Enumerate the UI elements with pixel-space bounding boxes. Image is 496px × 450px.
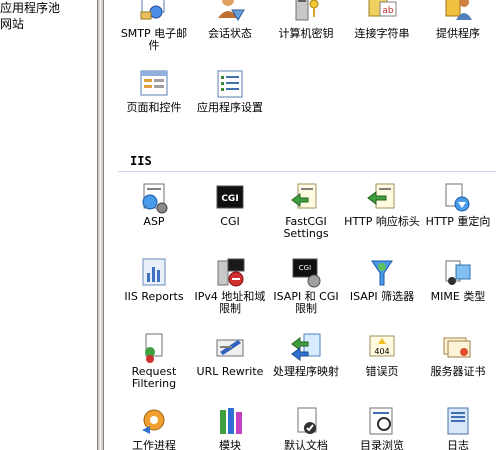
feature-app-settings[interactable]: 应用程序设置	[192, 68, 268, 128]
feature-label: 模块	[219, 439, 241, 450]
svg-text:404: 404	[374, 347, 389, 356]
worker-process-icon	[142, 409, 165, 434]
logging-icon	[447, 407, 469, 435]
feature-label: SMTP 电子邮件	[120, 27, 188, 52]
feature-label: IIS Reports	[124, 290, 184, 303]
providers-icon	[445, 0, 472, 20]
modules-icon	[220, 408, 242, 434]
feature-logging[interactable]: 日志	[420, 406, 496, 450]
feature-label: URL Rewrite	[196, 365, 264, 378]
feature-label: 提供程序	[436, 27, 480, 40]
http-redirect-icon	[445, 183, 470, 212]
connection-strings-icon: ab	[368, 0, 397, 17]
feature-label: HTTP 响应标头	[344, 215, 420, 228]
feature-label: HTTP 重定向	[425, 215, 491, 228]
feature-label: 页面和控件	[126, 101, 182, 114]
feature-machine-key[interactable]: 计算机密钥	[268, 0, 344, 50]
feature-label: CGI	[220, 215, 240, 228]
feature-cgi[interactable]: CGI CGI	[192, 182, 268, 242]
feature-label: ISAPI 筛选器	[349, 290, 415, 303]
feature-http-headers[interactable]: HTTP 响应标头	[344, 182, 420, 242]
feature-dir-browsing[interactable]: 目录浏览	[344, 406, 420, 450]
feature-providers[interactable]: 提供程序	[420, 0, 496, 50]
feature-label: IPv4 地址和域限制	[194, 290, 266, 315]
feature-isapi-cgi[interactable]: CGI ISAPI 和 CGI 限制	[268, 257, 344, 317]
feature-connection-strings[interactable]: ab 连接字符串	[344, 0, 420, 50]
feature-label: MIME 类型	[430, 290, 486, 303]
handler-mappings-icon	[291, 333, 321, 361]
url-rewrite-icon	[216, 339, 244, 357]
svg-text:CGI: CGI	[221, 194, 238, 204]
features-view: SMTP 电子邮件 会话状态 计算机密钥 ab 连接字符串 提供程序 页面和控件…	[104, 0, 496, 450]
feature-url-rewrite[interactable]: URL Rewrite	[192, 332, 268, 392]
feature-label: ASP	[143, 215, 165, 228]
dir-browsing-icon	[369, 407, 393, 435]
isapi-filters-icon	[371, 260, 393, 286]
feature-pages-controls[interactable]: 页面和控件	[116, 68, 192, 128]
default-doc-icon	[297, 407, 317, 434]
feature-label: ISAPI 和 CGI 限制	[273, 290, 339, 315]
feature-modules[interactable]: 模块	[192, 406, 268, 450]
tree-item-app-pools[interactable]: 应用程序池	[0, 1, 60, 15]
feature-label: FastCGI Settings	[283, 215, 329, 240]
feature-label: 工作进程	[132, 439, 176, 450]
feature-session-state[interactable]: 会话状态	[192, 0, 268, 50]
feature-handler-mappings[interactable]: 处理程序映射	[268, 332, 344, 392]
feature-fastcgi[interactable]: FastCGI Settings	[268, 182, 344, 242]
feature-label: Request Filtering	[131, 365, 177, 390]
feature-asp[interactable]: ASP	[116, 182, 192, 242]
feature-smtp-email[interactable]: SMTP 电子邮件	[116, 0, 192, 52]
session-state-icon	[218, 0, 245, 21]
feature-http-redirect[interactable]: HTTP 重定向	[420, 182, 496, 242]
smtp-email-icon	[140, 0, 165, 20]
section-divider	[118, 171, 496, 172]
iis-reports-icon	[142, 258, 166, 286]
svg-text:CGI: CGI	[299, 264, 311, 272]
feature-label: 计算机密钥	[278, 27, 334, 40]
feature-isapi-filters[interactable]: ISAPI 筛选器	[344, 257, 420, 317]
feature-label: 应用程序设置	[197, 101, 263, 114]
machine-key-icon	[295, 0, 319, 21]
feature-label: 日志	[447, 439, 469, 450]
feature-mime-types[interactable]: MIME 类型	[420, 257, 496, 317]
mime-types-icon	[445, 260, 471, 285]
app-settings-icon	[217, 70, 243, 98]
feature-iis-reports[interactable]: IIS Reports	[116, 257, 192, 317]
asp-icon	[142, 183, 168, 214]
feature-request-filtering[interactable]: Request Filtering	[116, 332, 192, 392]
error-pages-icon: 404	[369, 335, 395, 357]
fastcgi-icon	[291, 183, 317, 209]
feature-label: 错误页	[365, 365, 399, 378]
feature-ipv4-restrictions[interactable]: IPv4 地址和域限制	[192, 257, 268, 317]
tree-item-sites[interactable]: 网站	[0, 17, 24, 31]
feature-server-certs[interactable]: 服务器证书	[420, 332, 496, 392]
feature-label: 连接字符串	[354, 27, 410, 40]
feature-label: 会话状态	[208, 27, 252, 40]
feature-default-doc[interactable]: 默认文档	[268, 406, 344, 450]
pane-splitter[interactable]	[97, 0, 104, 450]
feature-worker-process[interactable]: 工作进程	[116, 406, 192, 450]
feature-error-pages[interactable]: 404 错误页	[344, 332, 420, 392]
pages-controls-icon	[140, 70, 168, 96]
ipv4-restrictions-icon	[217, 258, 245, 287]
svg-text:ab: ab	[382, 6, 394, 16]
request-filtering-icon	[145, 333, 163, 363]
http-headers-icon	[367, 183, 395, 209]
isapi-cgi-icon: CGI	[292, 258, 321, 288]
feature-label: 处理程序映射	[273, 365, 339, 378]
feature-label: 服务器证书	[430, 365, 486, 378]
feature-label: 默认文档	[284, 439, 328, 450]
section-title-iis: IIS	[130, 154, 152, 168]
cgi-icon: CGI	[216, 185, 244, 209]
server-certs-icon	[443, 337, 471, 358]
connections-tree: 应用程序池 网站	[0, 0, 97, 450]
feature-label: 目录浏览	[360, 439, 404, 450]
